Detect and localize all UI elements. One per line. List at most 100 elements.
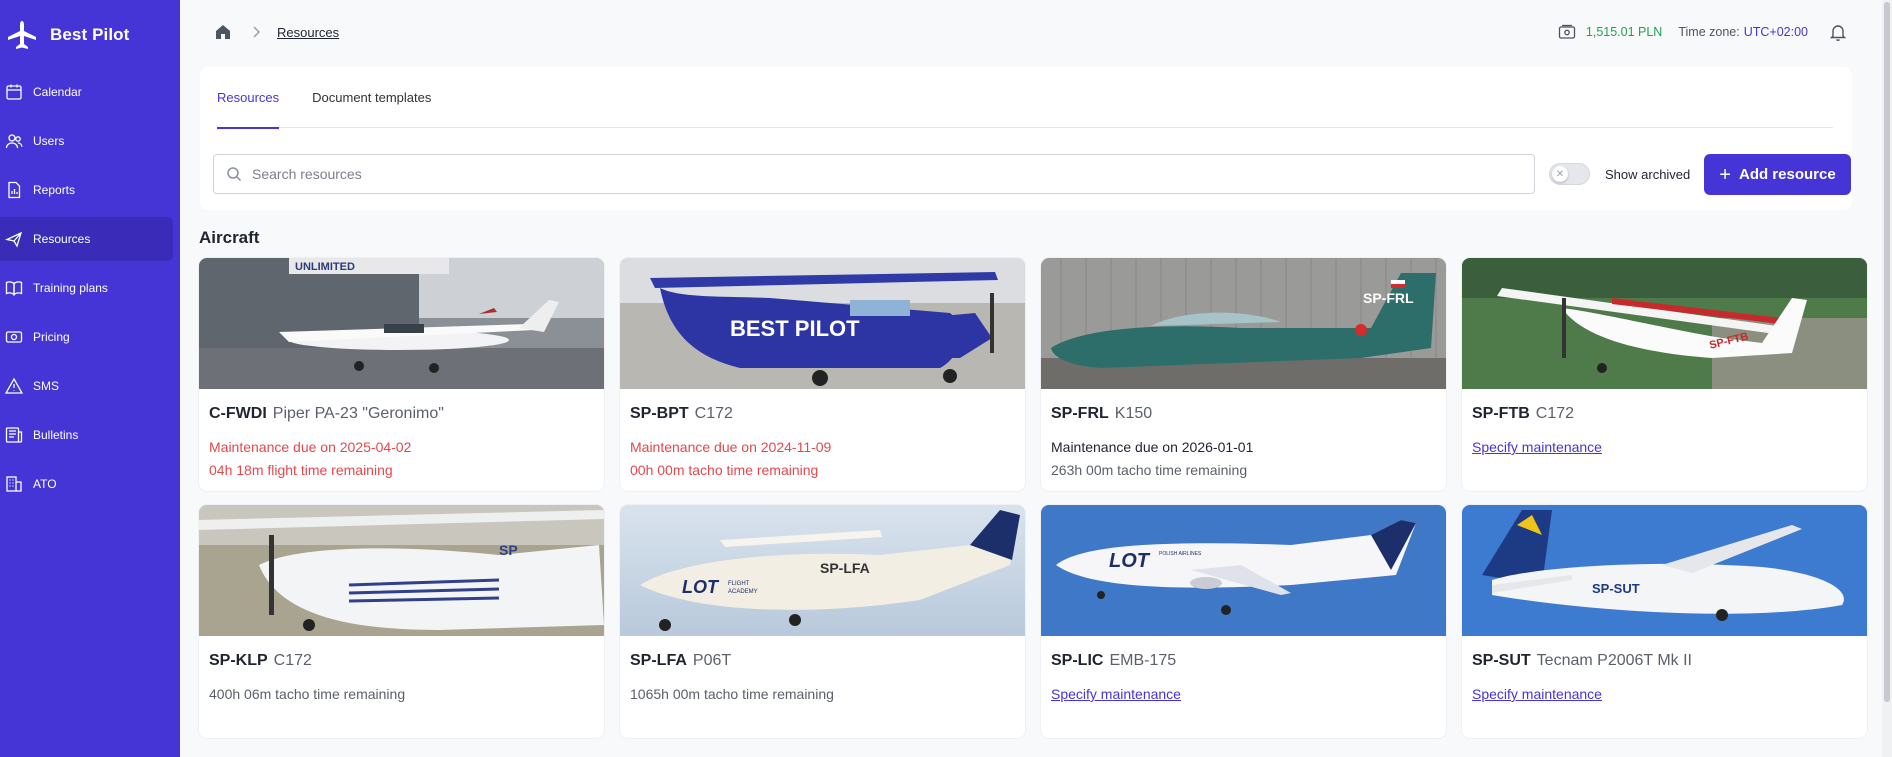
tab-document-templates[interactable]: Document templates [312, 67, 431, 128]
add-resource-button[interactable]: + Add resource [1704, 154, 1851, 195]
add-resource-label: Add resource [1738, 166, 1836, 183]
timezone-value[interactable]: UTC+02:00 [1744, 25, 1808, 39]
time-remaining: 04h 18m flight time remaining [209, 462, 393, 478]
aircraft-title: SP-LIC EMB-175 [1051, 652, 1436, 670]
specify-maintenance-link[interactable]: Specify maintenance [1472, 436, 1857, 459]
wallet-icon [1558, 24, 1576, 39]
plane-icon [5, 231, 23, 248]
brand-name: Best Pilot [50, 25, 130, 44]
time-remaining: 400h 06m tacho time remaining [209, 686, 406, 702]
sidebar-item-calendar[interactable]: Calendar [0, 70, 173, 114]
sidebar-item-users[interactable]: Users [0, 119, 173, 163]
svg-text:BEST PILOT: BEST PILOT [730, 316, 860, 341]
aircraft-photo: SP [199, 505, 604, 636]
sidebar: Best Pilot Calendar Users Reports Resour… [0, 0, 180, 757]
tab-resources[interactable]: Resources [217, 67, 280, 129]
sidebar-item-label: Training plans [33, 281, 108, 295]
svg-text:ACADEMY: ACADEMY [728, 589, 758, 595]
aircraft-card-body: SP-LIC EMB-175 Specify maintenance [1041, 636, 1446, 706]
aircraft-photo: SP-FRL [1041, 258, 1446, 389]
section-title-aircraft: Aircraft [199, 228, 260, 247]
breadcrumb-resources[interactable]: Resources [277, 25, 339, 40]
aircraft-registration: SP-LIC [1051, 652, 1104, 669]
svg-text:UNLIMITED: UNLIMITED [295, 261, 355, 273]
svg-text:FLIGHT: FLIGHT [728, 581, 750, 587]
aircraft-card[interactable]: SP SP-KLP C172 400h 06m tacho time remain… [199, 505, 604, 738]
sidebar-item-label: Users [33, 134, 65, 148]
aircraft-card[interactable]: UNLIMITED C-FWDI Piper PA-23 "Geronimo" M… [199, 258, 604, 491]
aircraft-card[interactable]: BEST PILOT SP-BPT C172 Maintenance due on… [620, 258, 1025, 491]
search-box[interactable] [213, 154, 1535, 194]
reports-icon [8, 181, 21, 199]
bell-icon[interactable] [1828, 22, 1848, 42]
sidebar-item-bulletins[interactable]: Bulletins [0, 413, 173, 457]
svg-text:SP-SUT: SP-SUT [1592, 581, 1640, 596]
aircraft-card-body: C-FWDI Piper PA-23 "Geronimo" Maintenance… [199, 389, 604, 482]
aircraft-photo: BEST PILOT [620, 258, 1025, 389]
header-status: 1,515.01 PLN Time zone: UTC+02:00 [1558, 22, 1848, 42]
svg-text:SP-FRL: SP-FRL [1363, 290, 1414, 306]
svg-text:SP: SP [499, 542, 518, 558]
aircraft-title: SP-LFA P06T [630, 652, 1015, 670]
sidebar-item-label: SMS [33, 379, 60, 393]
sidebar-item-ato[interactable]: ATO [0, 462, 173, 506]
aircraft-photo: LOT FLIGHT ACADEMY SP-LFA [620, 505, 1025, 636]
specify-maintenance-link[interactable]: Specify maintenance [1051, 683, 1436, 706]
scrollbar-thumb[interactable] [1884, 2, 1890, 702]
aircraft-title: SP-BPT C172 [630, 405, 1015, 423]
aircraft-card-body: SP-KLP C172 400h 06m tacho time remaining [199, 636, 604, 706]
aircraft-card[interactable]: LOT FLIGHT ACADEMY SP-LFA SP-LFA P06T 106… [620, 505, 1025, 738]
svg-text:LOT: LOT [1109, 550, 1151, 572]
users-icon [5, 134, 23, 149]
search-input[interactable] [252, 166, 1512, 182]
sidebar-item-label: Bulletins [33, 428, 79, 442]
maintenance-status: Maintenance due on 2026-01-01 [1051, 439, 1254, 455]
show-archived-toggle[interactable]: ✕ [1549, 163, 1590, 185]
sidebar-item-label: ATO [33, 477, 57, 491]
search-icon [227, 167, 242, 182]
brand[interactable]: Best Pilot [0, 0, 180, 70]
book-icon [5, 281, 23, 296]
maintenance-status: Maintenance due on 2024-11-09 [630, 439, 832, 455]
sidebar-item-sms[interactable]: SMS [0, 364, 173, 408]
sidebar-item-training-plans[interactable]: Training plans [0, 266, 173, 310]
home-icon[interactable] [213, 22, 233, 42]
sidebar-item-label: Reports [33, 183, 76, 197]
bulletins-icon [5, 427, 23, 443]
aircraft-registration: SP-SUT [1472, 652, 1531, 669]
resources-panel: Resources Document templates ✕ Show arch… [200, 67, 1852, 210]
sidebar-item-reports[interactable]: Reports [0, 168, 173, 212]
aircraft-card[interactable]: SP-FTB SP-FTB C172 Specify maintenance [1462, 258, 1867, 491]
top-bar: Resources 1,515.01 PLN Time zone: UTC+02… [180, 0, 1892, 64]
aircraft-registration: SP-KLP [209, 652, 268, 669]
aircraft-model: C172 [1535, 405, 1575, 422]
timezone-label: Time zone: [1678, 25, 1740, 39]
aircraft-card[interactable]: SP-SUT SP-SUT Tecnam P2006T Mk II Specify… [1462, 505, 1867, 738]
aircraft-card-body: SP-SUT Tecnam P2006T Mk II Specify mainte… [1462, 636, 1867, 706]
aircraft-card-body: SP-FTB C172 Specify maintenance [1462, 389, 1867, 459]
chevron-right-icon [253, 26, 261, 38]
account-balance: 1,515.01 PLN [1585, 25, 1663, 39]
maintenance-status: Maintenance due on 2025-04-02 [209, 439, 412, 455]
aircraft-photo: UNLIMITED [199, 258, 604, 389]
aircraft-title: SP-FTB C172 [1472, 405, 1857, 423]
time-remaining: 1065h 00m tacho time remaining [630, 686, 834, 702]
aircraft-model: Tecnam P2006T Mk II [1536, 652, 1692, 669]
page-scrollbar[interactable] [1882, 0, 1892, 757]
svg-text:POLISH AIRLINES: POLISH AIRLINES [1159, 551, 1202, 557]
aircraft-model: C172 [694, 405, 733, 422]
aircraft-registration: SP-LFA [630, 652, 687, 669]
aircraft-photo: SP-FTB [1462, 258, 1867, 389]
aircraft-title: SP-SUT Tecnam P2006T Mk II [1472, 652, 1857, 670]
sidebar-item-label: Pricing [33, 330, 70, 344]
aircraft-title: SP-FRL K150 [1051, 405, 1436, 423]
aircraft-model: P06T [692, 652, 732, 669]
aircraft-registration: SP-BPT [630, 405, 689, 422]
show-archived-label: Show archived [1605, 167, 1691, 182]
aircraft-card[interactable]: SP-FRL SP-FRL K150 Maintenance due on 202… [1041, 258, 1446, 491]
aircraft-card[interactable]: LOT POLISH AIRLINES SP-LIC EMB-175 Specif… [1041, 505, 1446, 738]
sidebar-item-pricing[interactable]: Pricing [0, 315, 173, 359]
sidebar-item-resources[interactable]: Resources [0, 217, 173, 261]
toggle-x-icon: ✕ [1552, 166, 1568, 182]
specify-maintenance-link[interactable]: Specify maintenance [1472, 683, 1857, 706]
